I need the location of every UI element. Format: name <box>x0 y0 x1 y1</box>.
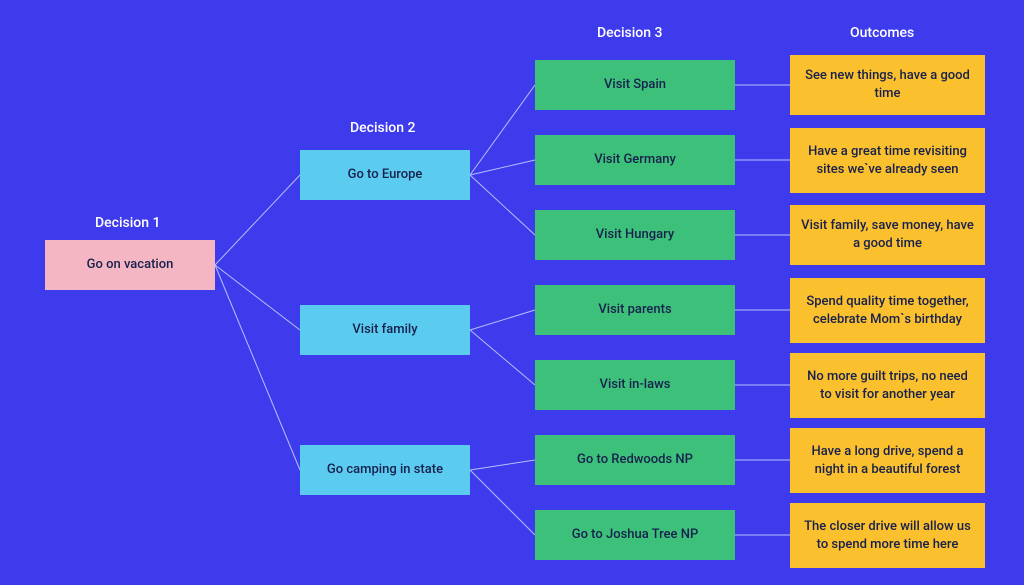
node-redwoods-np: Go to Redwoods NP <box>535 435 735 485</box>
node-visit-germany: Visit Germany <box>535 135 735 185</box>
header-outcomes: Outcomes <box>850 25 914 41</box>
node-visit-family: Visit family <box>300 305 470 355</box>
decision-tree-canvas: Decision 1 Decision 2 Decision 3 Outcome… <box>0 0 1024 585</box>
node-visit-spain: Visit Spain <box>535 60 735 110</box>
node-go-camping: Go camping in state <box>300 445 470 495</box>
outcome-germany: Have a great time revisiting sites we`ve… <box>790 128 985 193</box>
outcome-inlaws: No more guilt trips, no need to visit fo… <box>790 353 985 418</box>
header-decision-2: Decision 2 <box>350 120 415 136</box>
outcome-spain: See new things, have a good time <box>790 55 985 115</box>
outcome-redwoods: Have a long drive, spend a night in a be… <box>790 428 985 493</box>
outcome-parents: Spend quality time together, celebrate M… <box>790 278 985 343</box>
node-visit-hungary: Visit Hungary <box>535 210 735 260</box>
node-go-on-vacation: Go on vacation <box>45 240 215 290</box>
outcome-hungary: Visit family, save money, have a good ti… <box>790 205 985 265</box>
node-visit-inlaws: Visit in-laws <box>535 360 735 410</box>
node-go-to-europe: Go to Europe <box>300 150 470 200</box>
header-decision-3: Decision 3 <box>597 25 662 41</box>
outcome-joshua: The closer drive will allow us to spend … <box>790 503 985 568</box>
header-decision-1: Decision 1 <box>95 215 160 231</box>
node-visit-parents: Visit parents <box>535 285 735 335</box>
node-joshua-tree-np: Go to Joshua Tree NP <box>535 510 735 560</box>
